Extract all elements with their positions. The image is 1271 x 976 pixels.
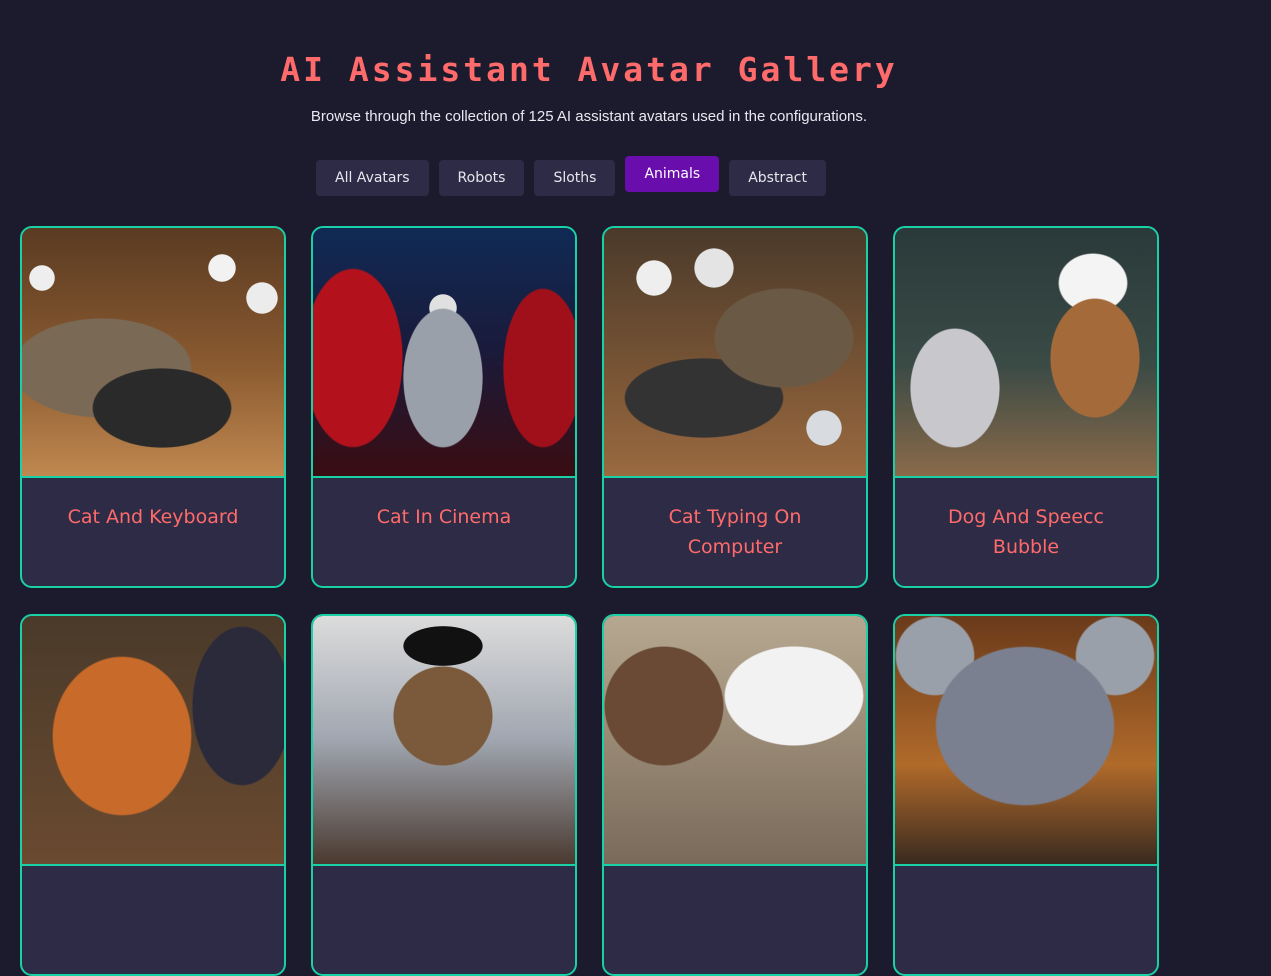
avatar-image [895, 616, 1157, 866]
avatar-name: Cat Typing On Computer [668, 506, 802, 558]
avatar-grid: Cat And Keyboard Cat In Cinema Cat Typin… [20, 226, 1159, 976]
avatar-image [22, 228, 284, 478]
avatar-name [604, 866, 866, 890]
avatar-card[interactable]: Cat Typing On Computer [602, 226, 868, 588]
page-title: AI Assistant Avatar Gallery [280, 50, 898, 89]
avatar-card[interactable]: Cat And Keyboard [20, 226, 286, 588]
avatar-card[interactable] [893, 614, 1159, 976]
avatar-image [22, 616, 284, 866]
avatar-image [313, 228, 575, 478]
avatar-name [313, 866, 575, 890]
avatar-card[interactable] [311, 614, 577, 976]
filter-abstract-button[interactable]: Abstract [729, 160, 826, 196]
avatar-name [895, 866, 1157, 890]
avatar-card[interactable] [602, 614, 868, 976]
avatar-card[interactable]: Cat In Cinema [311, 226, 577, 588]
avatar-name: Cat And Keyboard [67, 506, 239, 528]
filter-animals-button[interactable]: Animals [625, 156, 720, 192]
avatar-name: Cat In Cinema [376, 506, 512, 528]
filter-all-avatars-button[interactable]: All Avatars [316, 160, 429, 196]
avatar-card[interactable] [20, 614, 286, 976]
avatar-card[interactable]: Dog And Speecc Bubble [893, 226, 1159, 588]
filter-sloths-button[interactable]: Sloths [534, 160, 616, 196]
avatar-image [604, 616, 866, 866]
avatar-name [22, 866, 284, 890]
avatar-name: Dog And Speecc Bubble [948, 506, 1104, 558]
filter-robots-button[interactable]: Robots [438, 160, 525, 196]
avatar-image [895, 228, 1157, 478]
avatar-image [313, 616, 575, 866]
filter-bar: All Avatars Robots Sloths Animals Abstra… [316, 156, 826, 196]
page-subtitle: Browse through the collection of 125 AI … [310, 108, 868, 125]
avatar-image [604, 228, 866, 478]
